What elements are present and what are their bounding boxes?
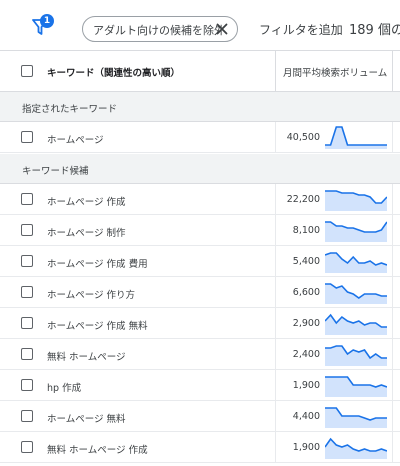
table-row[interactable]: ホームページ 40,500: [0, 122, 400, 153]
chip-label: アダルト向けの候補を除外: [93, 24, 225, 37]
table-row[interactable]: hp 作成 1,900: [0, 370, 400, 401]
keyword-cell: ホームページ 作り方: [47, 290, 136, 301]
section-label: 指定されたキーワード: [22, 104, 118, 115]
column-divider: [275, 122, 276, 152]
column-divider: [275, 432, 276, 462]
result-count: 189 個の: [349, 23, 400, 38]
sparkline-area: [325, 253, 387, 273]
trend-sparkline: [325, 313, 387, 335]
table-row[interactable]: ホームページ 作成 22,200: [0, 184, 400, 215]
trend-sparkline: [325, 252, 387, 273]
row-checkbox[interactable]: [21, 317, 33, 329]
column-divider: [392, 122, 393, 152]
keyword-column-header[interactable]: キーワード（関連性の高い順）: [47, 65, 180, 79]
volume-cell: 1,900: [292, 380, 320, 391]
row-checkbox[interactable]: [21, 224, 33, 236]
column-divider: [275, 401, 276, 431]
column-divider: [275, 184, 276, 214]
keyword-cell: 無料 ホームページ: [47, 352, 126, 363]
volume-cell: 6,600: [292, 287, 320, 298]
keyword-cell: ホームページ 無料: [47, 414, 126, 425]
column-divider: [392, 401, 393, 431]
keyword-cell: ホームページ 作成 無料: [47, 321, 148, 332]
trend-sparkline: [325, 345, 387, 366]
table-row[interactable]: ホームページ 作り方 6,600: [0, 277, 400, 308]
keyword-cell: hp 作成: [47, 383, 82, 394]
column-divider: [392, 339, 393, 369]
column-divider: [392, 184, 393, 214]
keyword-cell: ホームページ 制作: [47, 228, 126, 239]
trend-sparkline: [325, 407, 387, 428]
section-label: キーワード候補: [22, 166, 89, 177]
column-divider: [275, 339, 276, 369]
volume-cell: 2,900: [292, 318, 320, 329]
column-divider: [392, 432, 393, 462]
table-row[interactable]: ホームページ 無料 4,400: [0, 401, 400, 432]
table-row[interactable]: 無料 ホームページ 作成 1,900: [0, 432, 400, 463]
keyword-cell: ホームページ: [47, 135, 104, 146]
table-row[interactable]: ホームページ 作成 費用 5,400: [0, 246, 400, 277]
column-divider: [392, 277, 393, 307]
column-divider: [275, 277, 276, 307]
row-checkbox[interactable]: [21, 286, 33, 298]
row-checkbox[interactable]: [21, 131, 33, 143]
filter-bar: 1 アダルト向けの候補を除外 フィルタを追加 189 個の: [0, 0, 400, 50]
select-all-checkbox[interactable]: [21, 65, 33, 77]
filter-count-badge: 1: [40, 14, 54, 28]
column-divider: [275, 51, 276, 91]
trend-sparkline: [325, 376, 387, 397]
volume-cell: 8,100: [292, 225, 320, 236]
row-checkbox[interactable]: [21, 441, 33, 453]
column-divider: [275, 370, 276, 400]
column-divider: [275, 246, 276, 276]
column-divider: [275, 215, 276, 245]
volume-cell: 22,200: [286, 194, 320, 205]
volume-column-header[interactable]: 月間平均検索ボリューム: [283, 65, 387, 79]
volume-cell: 40,500: [286, 132, 320, 143]
table-row[interactable]: ホームページ 作成 無料 2,900: [0, 308, 400, 339]
trend-sparkline: [325, 190, 387, 211]
trend-sparkline: [325, 283, 387, 304]
column-divider: [392, 308, 393, 338]
row-checkbox[interactable]: [21, 193, 33, 205]
section-specified-keywords: 指定されたキーワード: [0, 92, 400, 122]
table-row[interactable]: ホームページ 制作 8,100: [0, 215, 400, 246]
keyword-cell: ホームページ 作成: [47, 197, 126, 208]
table-header: キーワード（関連性の高い順） 月間平均検索ボリューム: [0, 50, 400, 92]
close-icon[interactable]: [213, 20, 231, 38]
column-divider: [392, 51, 393, 91]
row-checkbox[interactable]: [21, 379, 33, 391]
column-divider: [392, 246, 393, 276]
column-divider: [275, 308, 276, 338]
row-checkbox[interactable]: [21, 255, 33, 267]
volume-cell: 2,400: [292, 349, 320, 360]
trend-sparkline: [325, 126, 387, 149]
add-filter-button[interactable]: フィルタを追加: [259, 21, 343, 38]
volume-cell: 5,400: [292, 256, 320, 267]
section-keyword-suggestions: キーワード候補: [0, 154, 400, 184]
keyword-cell: 無料 ホームページ 作成: [47, 445, 148, 456]
trend-sparkline: [325, 437, 387, 459]
volume-cell: 1,900: [292, 442, 320, 453]
column-divider: [392, 370, 393, 400]
column-divider: [392, 215, 393, 245]
table-row[interactable]: 無料 ホームページ 2,400: [0, 339, 400, 370]
row-checkbox[interactable]: [21, 348, 33, 360]
keyword-cell: ホームページ 作成 費用: [47, 259, 148, 270]
trend-sparkline: [325, 221, 387, 242]
volume-cell: 4,400: [292, 411, 320, 422]
row-checkbox[interactable]: [21, 410, 33, 422]
adult-filter-chip[interactable]: アダルト向けの候補を除外: [82, 16, 238, 42]
